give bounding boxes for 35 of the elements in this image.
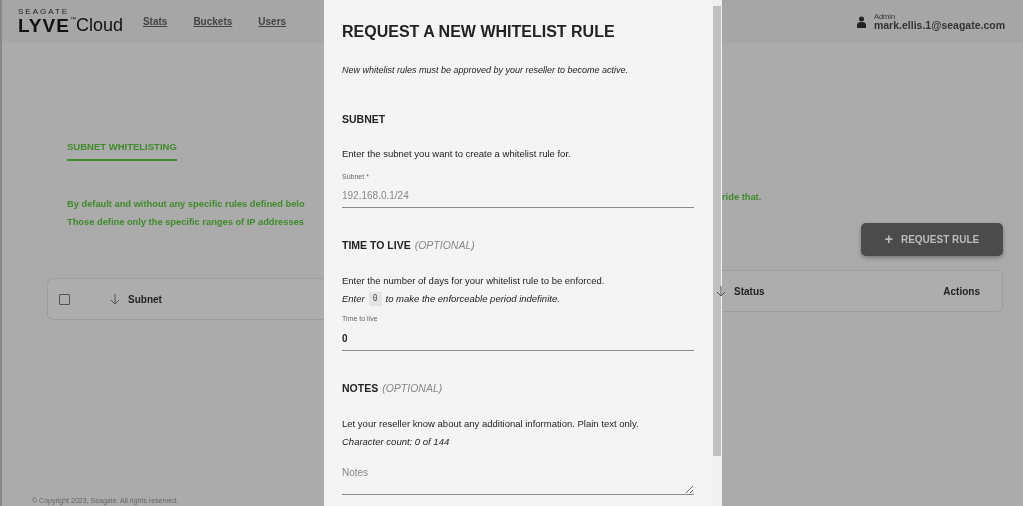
column-header[interactable]: Actions [943,283,980,299]
section-description: Enter the number of days for your whitelist rule to be enforced. [342,273,606,288]
optional-label: (OPTIONAL) [414,238,475,253]
select-all-checkbox[interactable] [59,293,70,305]
hint-text: Enter [342,292,365,306]
section-heading: TIME TO LIVE [342,238,411,253]
nav-link[interactable]: Users [258,14,287,29]
section-description: Enter the subnet you want to create a whitelist rule for. [342,147,572,162]
input-field[interactable]: 192.168.0.1/24 [342,186,694,208]
dialog-title: REQUEST A NEW WHITELIST RULE [342,22,616,42]
intro-text: Those define only the specific ranges of IP addresses [67,216,305,230]
character-count: Character count: 0 of 144 [342,434,451,449]
scrollbar[interactable] [712,0,722,506]
column-header[interactable]: Status [734,283,765,299]
user-email[interactable]: mark.ellis.1@seagate.com [873,20,1005,31]
section-description: Let your reseller know about any additional information. Plain text only. [342,416,640,431]
brand-tagline: SEAGATE [18,8,71,16]
notes-field[interactable]: Notes [342,465,694,495]
dialog-subtitle: New whitelist rules must be approved by your reseller to become active. [342,64,630,77]
brand-name: Cloud [75,16,123,34]
nav-link[interactable]: Buckets [193,14,233,29]
intro-text: By default and without any specific rules defined belo [67,198,306,212]
request-rule-button[interactable]: + REQUEST RULE [861,223,1003,256]
intro-text: ride that. [722,191,763,204]
brand-logo: LYVE [18,16,70,35]
user-icon [856,15,866,28]
section-heading: SUBNET [342,111,386,127]
nav-link[interactable]: Stats [142,14,168,29]
scrollbar-thumb[interactable] [713,6,721,456]
optional-label: (OPTIONAL) [382,380,443,396]
section-heading: NOTES [342,380,379,396]
input-field[interactable]: 0 [342,328,694,351]
hint-text: to make the enforceable period indefinite. [385,292,560,306]
column-header[interactable]: Subnet [128,291,162,307]
code-value: 0 [368,292,382,307]
